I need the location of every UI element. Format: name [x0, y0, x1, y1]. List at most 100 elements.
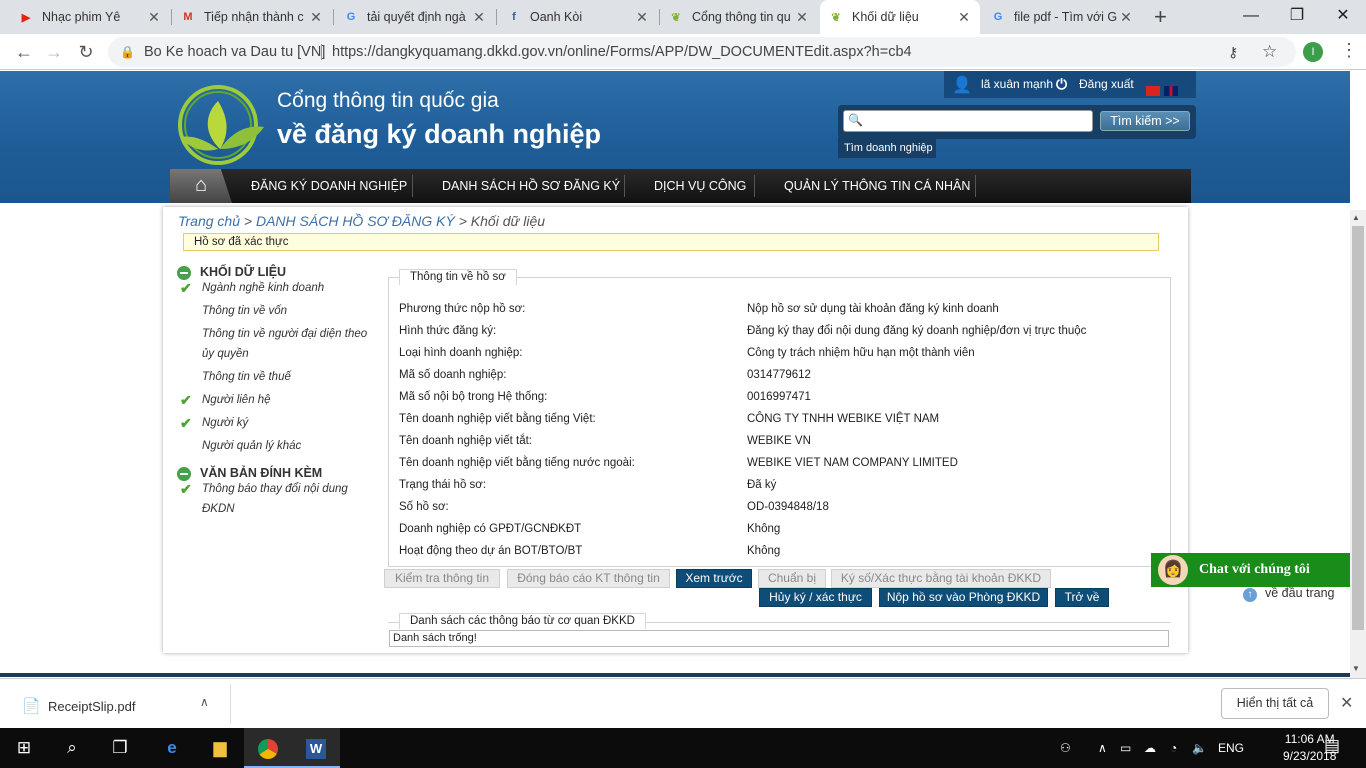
info-label: Loại hình doanh nghiệp: — [399, 347, 523, 359]
nav-personal-info[interactable]: QUẢN LÝ THÔNG TIN CÁ NHÂN — [784, 169, 970, 203]
home-icon[interactable]: ⌂ — [170, 169, 232, 203]
tab-title: Oanh Kòi — [530, 10, 583, 24]
sidebar-item-label: Thông báo thay đổi nội dung ĐKDN — [202, 483, 348, 515]
sidebar-item-business-lines[interactable]: ✔ Ngành nghề kinh doanh — [180, 278, 377, 298]
search-icon[interactable]: ⌕ — [48, 728, 96, 768]
people-icon[interactable]: ⚇ — [1060, 728, 1071, 768]
browser-tab[interactable]: Gtải quyết định ngà ✕ — [335, 0, 495, 34]
check-info-button[interactable]: Kiểm tra thông tin — [384, 569, 500, 588]
check-icon: ✔ — [180, 392, 192, 408]
site-header: Cổng thông tin quốc gia về đăng ký doanh… — [0, 71, 1350, 203]
close-tab-icon[interactable]: ✕ — [146, 9, 162, 26]
cancel-sign-button[interactable]: Hủy ký / xác thực — [759, 588, 872, 607]
user-name[interactable]: lã xuân mạnh — [981, 71, 1053, 97]
nav-divider — [412, 175, 413, 197]
file-explorer-icon[interactable]: ▆ — [196, 728, 244, 768]
key-icon[interactable]: ⚷ — [1228, 37, 1238, 67]
sidebar-item-other-managers[interactable]: Người quản lý khác — [202, 436, 377, 456]
sign-button[interactable]: Ký số/Xác thực bằng tài khoản ĐKKD — [831, 569, 1051, 588]
close-icon[interactable]: ✕ — [1340, 693, 1353, 713]
info-label: Hoạt động theo dự án BOT/BTO/BT — [399, 545, 583, 557]
battery-icon[interactable]: ▭ — [1120, 728, 1131, 768]
input-language[interactable]: ENG — [1218, 728, 1244, 768]
back-button[interactable]: Trở về — [1055, 588, 1109, 607]
search-company-tab[interactable]: Tìm doanh nghiệp — [838, 138, 936, 158]
maximize-icon[interactable]: ❐ — [1274, 0, 1320, 34]
back-icon[interactable]: ← — [12, 40, 36, 64]
scroll-down-icon[interactable]: ▼ — [1352, 664, 1360, 673]
reload-icon[interactable]: ↻ — [74, 40, 98, 64]
sidebar-item-change-notice[interactable]: ✔ Thông báo thay đổi nội dung ĐKDN — [180, 479, 377, 519]
close-tab-icon[interactable]: ✕ — [794, 9, 810, 26]
close-tab-icon[interactable]: ✕ — [308, 9, 324, 26]
uk-flag-icon[interactable] — [1164, 86, 1178, 96]
search-icon: 🔍 — [848, 113, 863, 127]
word-icon[interactable]: W — [292, 728, 340, 768]
browser-tab[interactable]: ▶ Nhạc phim Yê ✕ — [10, 0, 170, 34]
chevron-up-icon[interactable]: ∧ — [1098, 728, 1107, 768]
sidebar-item-tax[interactable]: Thông tin về thuế — [202, 367, 377, 387]
windows-start-icon[interactable]: ⊞ — [0, 728, 48, 768]
close-tab-icon[interactable]: ✕ — [956, 9, 972, 26]
browser-tab[interactable]: M Tiếp nhận thành c ✕ — [172, 0, 332, 34]
browser-tab[interactable]: Gfile pdf - Tìm với G ✕ — [982, 0, 1142, 34]
show-all-downloads-button[interactable]: Hiển thị tất cả — [1221, 688, 1329, 719]
url-text[interactable]: https://dangkyquamang.dkkd.gov.vn/online… — [332, 37, 912, 67]
browser-tab[interactable]: ❦ Cổng thông tin qu ✕ — [660, 0, 818, 34]
back-to-top-link[interactable]: ↑ về đầu trang — [1243, 586, 1335, 602]
info-value: Đăng ký thay đổi nội dung đăng ký doanh … — [747, 325, 1087, 337]
screen: ▶ Nhạc phim Yê ✕ M Tiếp nhận thành c ✕ Gtải qu… — [0, 0, 1366, 768]
onedrive-icon[interactable]: ☁ — [1144, 728, 1156, 768]
info-value: Không — [747, 545, 781, 557]
sidebar-item-representative[interactable]: Thông tin về người đại diện theo ủy quyề… — [202, 324, 377, 364]
wifi-icon[interactable]: ◔ — [1170, 728, 1177, 768]
logout-link[interactable]: Đăng xuất — [1079, 71, 1134, 97]
close-tab-icon[interactable]: ✕ — [1118, 9, 1134, 26]
volume-icon[interactable]: 🔈 — [1192, 728, 1207, 768]
breadcrumb-list[interactable]: DANH SÁCH HỒ SƠ ĐĂNG KÝ — [256, 213, 455, 229]
info-value: Nộp hồ sơ sử dụng tài khoản đăng ký kinh… — [747, 303, 999, 315]
new-tab-icon[interactable]: + — [1154, 4, 1167, 30]
sidebar-item-capital[interactable]: Thông tin về vốn — [202, 301, 377, 321]
power-icon[interactable]: ⏻ — [1056, 71, 1067, 97]
prepare-button[interactable]: Chuẩn bị — [758, 569, 826, 588]
nav-application-list[interactable]: DANH SÁCH HỒ SƠ ĐĂNG KÝ — [442, 169, 620, 203]
info-label: Tên doanh nghiệp viết bằng tiếng Việt: — [399, 413, 596, 425]
info-label: Trạng thái hồ sơ: — [399, 479, 487, 491]
close-report-button[interactable]: Đóng báo cáo KT thông tin — [507, 569, 670, 588]
address-bar[interactable]: 🔒 Bo Ke hoach va Dau tu [VN] https://dan… — [108, 37, 1296, 67]
browser-tab[interactable]: ❦ Khối dữ liệu ✕ — [820, 0, 980, 34]
chrome-taskbar-icon[interactable] — [244, 728, 292, 768]
sidebar-item-label: Ngành nghề kinh doanh — [202, 282, 325, 294]
chrome-menu-icon[interactable]: ⋮ — [1340, 40, 1358, 61]
scroll-up-icon[interactable]: ▲ — [1352, 213, 1360, 222]
submit-application-button[interactable]: Nộp hồ sơ vào Phòng ĐKKD — [879, 588, 1048, 607]
browser-tab[interactable]: f Oanh Kòi ✕ — [498, 0, 658, 34]
tab-title: file pdf - Tìm với G — [1014, 10, 1118, 24]
forward-icon[interactable]: → — [42, 40, 66, 64]
chat-agent-avatar[interactable]: 👩 — [1158, 555, 1188, 585]
close-tab-icon[interactable]: ✕ — [634, 9, 650, 26]
search-button[interactable]: Tìm kiếm >> — [1100, 111, 1190, 131]
nav-register-business[interactable]: ĐĂNG KÝ DOANH NGHIỆP — [251, 169, 407, 203]
window-close-icon[interactable]: ✕ — [1320, 0, 1366, 34]
notification-icon[interactable]: ▤ — [1324, 736, 1340, 756]
sidebar-item-contact[interactable]: ✔ Người liên hệ — [180, 390, 377, 410]
sidebar-group-label: VĂN BẢN ĐÍNH KÈM — [200, 466, 323, 480]
edge-icon[interactable]: e — [148, 728, 196, 768]
search-input[interactable]: 🔍 — [843, 110, 1093, 132]
download-file-name[interactable]: ReceiptSlip.pdf — [48, 699, 135, 714]
bookmark-star-icon[interactable]: ☆ — [1262, 37, 1277, 67]
profile-avatar[interactable]: I — [1303, 42, 1323, 62]
preview-button[interactable]: Xem trước — [676, 569, 752, 588]
info-value: Không — [747, 523, 781, 535]
nav-public-services[interactable]: DỊCH VỤ CÔNG — [654, 169, 746, 203]
close-tab-icon[interactable]: ✕ — [471, 9, 487, 26]
chevron-up-icon[interactable]: ∧ — [200, 695, 209, 709]
task-view-icon[interactable]: ❐ — [96, 728, 144, 768]
scrollbar-thumb[interactable] — [1352, 226, 1364, 630]
breadcrumb-home[interactable]: Trang chủ — [178, 213, 240, 229]
minimize-icon[interactable]: — — [1228, 0, 1274, 34]
vietnam-flag-icon[interactable] — [1146, 86, 1160, 96]
sidebar-item-signer[interactable]: ✔ Người ký — [180, 413, 377, 433]
